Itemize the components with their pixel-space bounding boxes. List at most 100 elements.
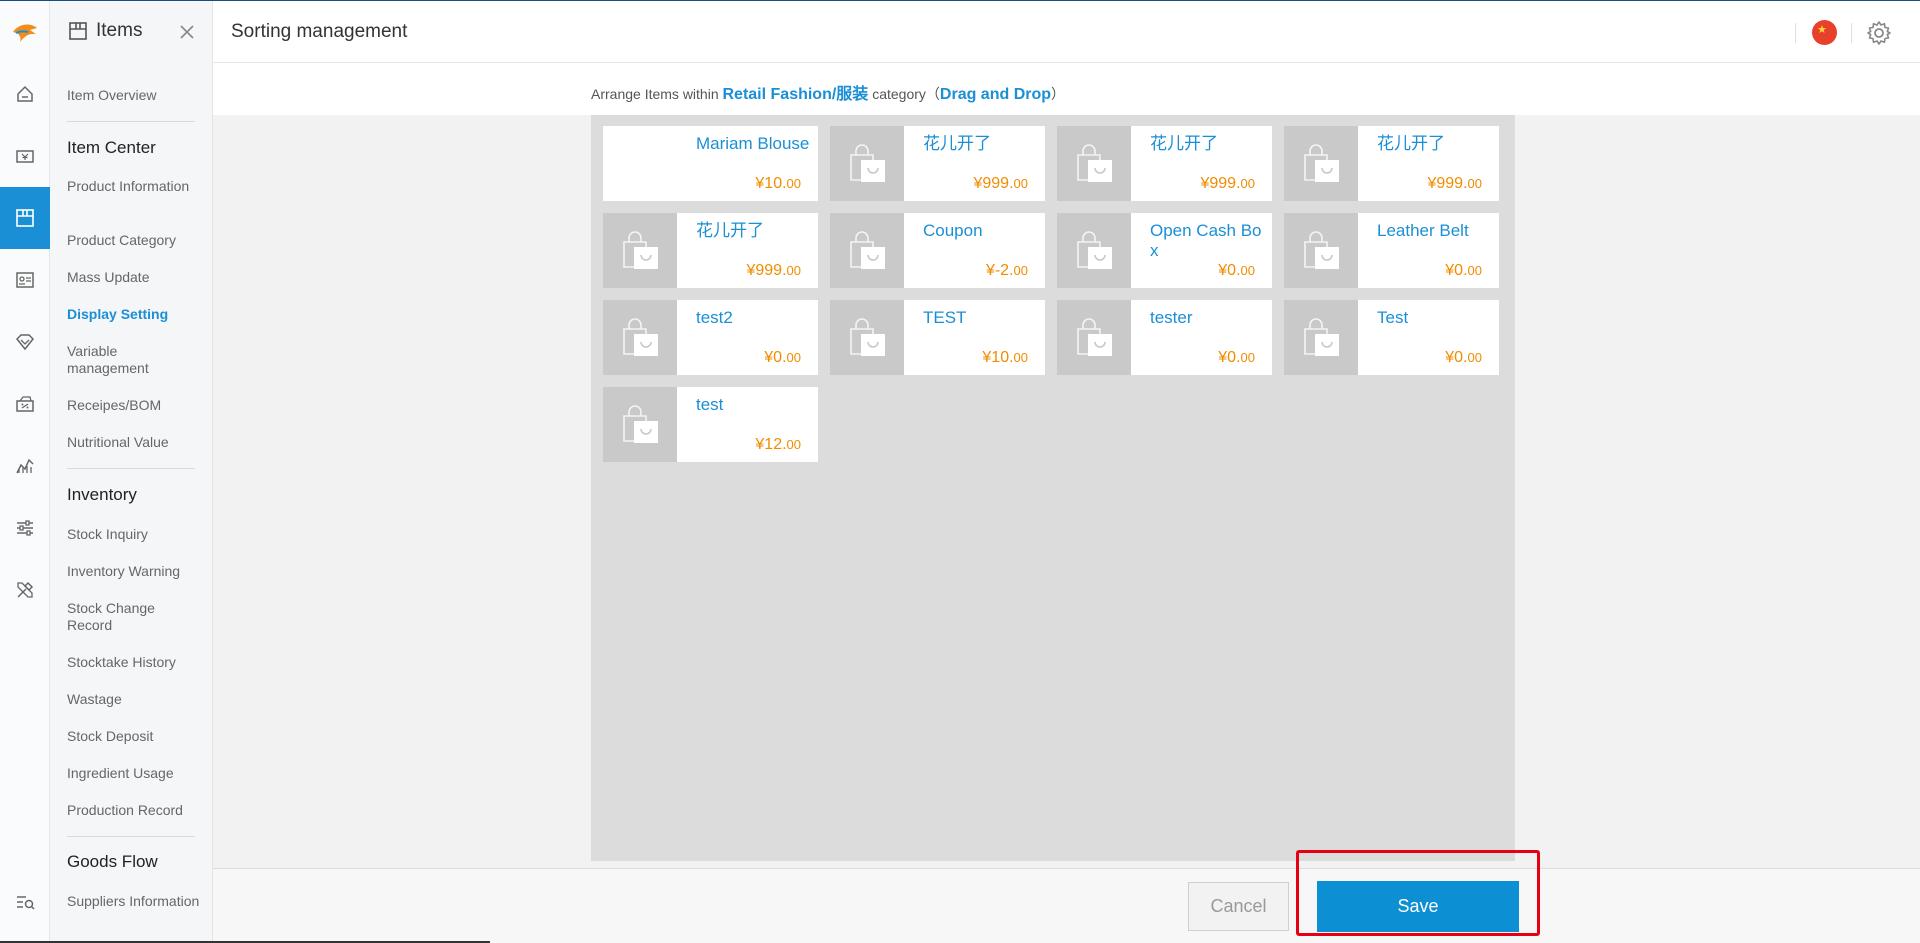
product-name: Mariam Blouse (696, 134, 810, 153)
rail-item-sales[interactable] (0, 125, 50, 187)
rail-item-settings[interactable] (0, 497, 50, 559)
price-main: ¥12. (755, 436, 787, 453)
product-card[interactable]: 花儿开了 ¥999.00 (1057, 126, 1272, 201)
shopping-bag-icon (603, 387, 677, 462)
home-icon (17, 85, 33, 102)
shopping-bag-icon (1057, 300, 1131, 375)
product-price: ¥0.00 (1445, 349, 1482, 367)
subnav-group-inventory: Inventory (67, 485, 137, 504)
product-card[interactable]: 花儿开了 ¥999.00 (1284, 126, 1499, 201)
product-card[interactable]: tester ¥0.00 (1057, 300, 1272, 375)
product-card[interactable]: test2 ¥0.00 (603, 300, 818, 375)
product-price: ¥0.00 (1218, 262, 1255, 280)
product-name: 花儿开了 (696, 221, 764, 240)
page-header: Sorting management (213, 1, 1920, 63)
action-footer: Cancel Save (213, 868, 1920, 943)
rail-item-search[interactable] (0, 871, 50, 933)
close-icon[interactable] (176, 21, 198, 43)
rail-item-tools[interactable] (0, 559, 50, 621)
product-card[interactable]: Coupon ¥-2.00 (830, 213, 1045, 288)
subnav-title: Items (96, 20, 143, 41)
subnav-item-mass-update[interactable]: Mass Update (67, 269, 202, 286)
app-logo-icon[interactable] (0, 1, 50, 63)
subnav-item-product-information[interactable]: Product Information (67, 178, 202, 195)
cancel-button[interactable]: Cancel (1188, 882, 1289, 931)
sorting-instruction: Arrange Items within Retail Fashion/服装 c… (591, 80, 1065, 104)
rail-item-home[interactable] (0, 63, 50, 125)
subnav-item-production-record[interactable]: Production Record (67, 802, 202, 819)
price-decimal: 00 (1467, 176, 1482, 191)
china-flag-icon[interactable] (1812, 20, 1837, 45)
rail-item-reports[interactable] (0, 435, 50, 497)
price-main: ¥0. (1445, 262, 1468, 279)
items-subnav: Items Item Overview Item Center Product … (50, 1, 213, 943)
price-decimal: 00 (786, 263, 801, 278)
product-card[interactable]: Leather Belt ¥0.00 (1284, 213, 1499, 288)
rail-item-marketing[interactable] (0, 311, 50, 373)
subnav-item-ingredient-usage[interactable]: Ingredient Usage (67, 765, 202, 782)
product-card[interactable]: 花儿开了 ¥999.00 (603, 213, 818, 288)
price-decimal: 00 (786, 437, 801, 452)
subnav-item-stocktake-history[interactable]: Stocktake History (67, 654, 202, 671)
coupon-icon (16, 396, 34, 412)
price-main: ¥10. (982, 349, 1014, 366)
product-card[interactable]: TEST ¥10.00 (830, 300, 1045, 375)
subnav-item-stock-deposit[interactable]: Stock Deposit (67, 728, 202, 745)
subnav-item-nutritional-value[interactable]: Nutritional Value (67, 434, 202, 451)
shopping-bag-icon (1057, 213, 1131, 288)
subnav-header: Items (50, 1, 212, 63)
rail-item-promotions[interactable] (0, 373, 50, 435)
subnav-item-overview[interactable]: Item Overview (67, 87, 202, 104)
price-decimal: 00 (786, 350, 801, 365)
product-card[interactable]: Mariam Blouse ¥10.00 (603, 126, 818, 201)
product-name: 花儿开了 (1377, 134, 1445, 153)
price-main: ¥999. (1200, 175, 1241, 192)
shopping-bag-icon (1057, 126, 1131, 201)
shopping-bag-icon (830, 126, 904, 201)
price-main: ¥0. (1218, 262, 1241, 279)
subnav-item-receipes-bom[interactable]: Receipes/BOM (67, 397, 202, 414)
product-price: ¥12.00 (755, 436, 801, 454)
shopping-bag-icon (1284, 126, 1358, 201)
product-name: tester (1150, 308, 1193, 327)
subnav-divider (67, 121, 195, 122)
subnav-item-variable-management[interactable]: Variable management (67, 343, 202, 377)
shopping-bag-icon (830, 213, 904, 288)
product-price: ¥10.00 (982, 349, 1028, 367)
price-main: ¥10. (755, 175, 787, 192)
product-name: TEST (923, 308, 967, 327)
subnav-item-wastage[interactable]: Wastage (67, 691, 202, 708)
product-card[interactable]: test ¥12.00 (603, 387, 818, 462)
price-main: ¥-2. (985, 262, 1014, 279)
rail-item-members[interactable] (0, 249, 50, 311)
product-price: ¥999.00 (746, 262, 801, 280)
subnav-item-stock-change-record[interactable]: Stock Change Record (67, 600, 202, 634)
product-name: Coupon (923, 221, 983, 240)
price-main: ¥0. (1445, 349, 1468, 366)
subnav-item-product-category[interactable]: Product Category (67, 232, 202, 249)
price-main: ¥999. (1427, 175, 1468, 192)
subnav-item-suppliers-information[interactable]: Suppliers Information (67, 893, 202, 910)
save-button[interactable]: Save (1317, 881, 1519, 932)
gear-icon[interactable] (1865, 19, 1893, 47)
product-card[interactable]: Open Cash Box ¥0.00 (1057, 213, 1272, 288)
subnav-item-stock-inquiry[interactable]: Stock Inquiry (67, 526, 202, 543)
subnav-divider (67, 836, 195, 837)
subnav-item-inventory-warning[interactable]: Inventory Warning (67, 563, 202, 580)
category-name: Retail Fashion/服装 (722, 86, 869, 103)
rail-item-items[interactable] (0, 187, 50, 249)
subnav-divider (67, 468, 195, 469)
product-thumbnail (603, 126, 677, 201)
header-divider (1851, 23, 1852, 43)
instruction-band: Arrange Items within Retail Fashion/服装 c… (213, 63, 1920, 115)
shopping-bag-icon (603, 213, 677, 288)
product-price: ¥999.00 (1200, 175, 1255, 193)
cash-register-icon (16, 150, 34, 163)
subnav-item-display-setting[interactable]: Display Setting (67, 306, 202, 323)
price-decimal: 00 (786, 176, 801, 191)
price-decimal: 00 (1467, 350, 1482, 365)
product-card[interactable]: 花儿开了 ¥999.00 (830, 126, 1045, 201)
product-card[interactable]: Test ¥0.00 (1284, 300, 1499, 375)
product-name: test2 (696, 308, 733, 327)
product-price: ¥0.00 (764, 349, 801, 367)
